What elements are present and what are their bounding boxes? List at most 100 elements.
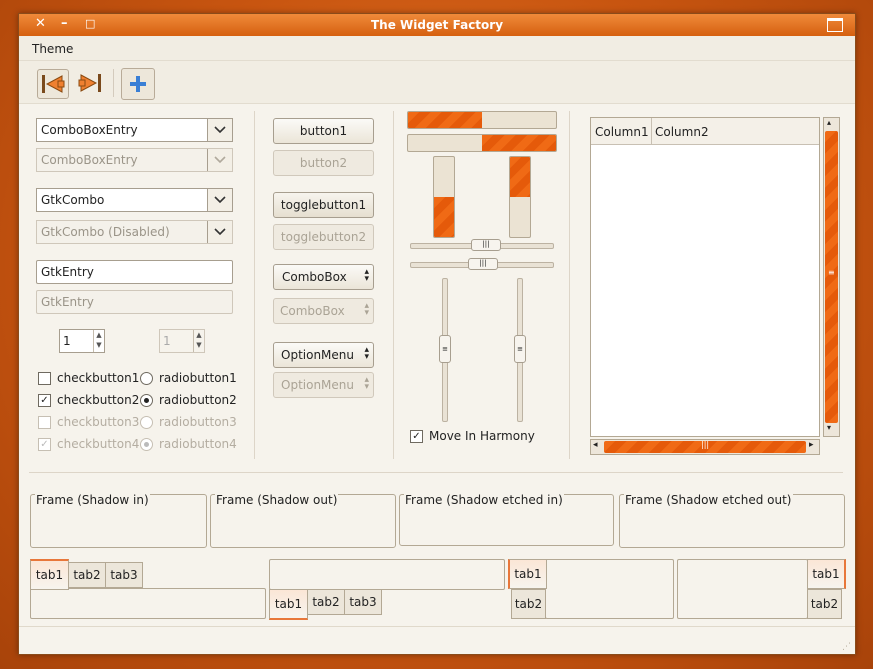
checkbutton1-box[interactable] [38,372,51,385]
menu-bar: Theme [19,36,855,61]
tree-vertical-scrollbar[interactable]: ▴ ≡ ▾ [823,117,840,437]
frame-shadow-etched-out-title: Frame (Shadow etched out) [624,493,793,507]
progress-fill [408,112,482,128]
notebook-left-tab2[interactable]: tab2 [511,589,546,619]
chevron-down-icon [207,149,232,171]
gtkcombo-disabled-text: GtkCombo (Disabled) [41,225,170,239]
resize-grip-icon[interactable]: ⋰ [842,642,851,652]
button1[interactable]: button1 [273,118,374,144]
comboboxentry-disabled: ComboBoxEntry [36,148,233,172]
updown-arrows-icon: ▴ ▾ [364,301,369,318]
notebook-top-tab2[interactable]: tab2 [68,562,106,588]
goto-last-button[interactable] [75,69,105,97]
notebook-left-page [545,559,674,619]
scroll-thumb[interactable] [825,131,838,423]
hscale-1-grip-icon[interactable]: ||| [471,239,501,251]
combobox-disabled-label: ComboBox [280,304,345,318]
column2-header[interactable]: Column2 [652,118,819,145]
move-in-harmony-checkbox[interactable]: ✓ [410,430,423,443]
radiobutton2-circle[interactable] [140,394,153,407]
radiobutton1-circle[interactable] [140,372,153,385]
notebook-top-tab1[interactable]: tab1 [30,559,69,590]
progress-bar-vertical-2 [509,156,531,238]
togglebutton1[interactable]: togglebutton1 [273,192,374,218]
combobox-label: ComboBox [282,270,347,284]
column-separator [569,111,570,459]
scroll-up-icon[interactable]: ▴ [827,118,831,127]
goto-first-button[interactable] [37,69,69,99]
progress-fill [510,157,530,197]
notebook-right-tab2[interactable]: tab2 [807,589,842,619]
column1-header[interactable]: Column1 [591,118,652,145]
spin-arrows-icon[interactable]: ▲ ▼ [93,330,104,352]
radiobutton4-label: radiobutton4 [159,437,237,451]
menu-theme[interactable]: Theme [32,42,73,56]
notebook-bottom-tab1[interactable]: tab1 [269,589,308,620]
gtkcombo[interactable]: GtkCombo [36,188,233,212]
column-separator [393,111,394,459]
notebook-bottom-tab2[interactable]: tab2 [307,589,345,615]
notebook-bottom-tab3[interactable]: tab3 [344,589,382,615]
add-button[interactable] [121,68,155,100]
checkbutton2-label[interactable]: checkbutton2 [57,393,139,407]
scroll-grip-icon: ≡ [828,268,835,277]
checkbutton4-label: checkbutton4 [57,437,140,451]
radiobutton2-label[interactable]: radiobutton2 [159,393,237,407]
window-menu-icon[interactable] [827,18,843,32]
spin-button[interactable]: 1 ▲ ▼ [59,329,105,353]
checkbutton3-box [38,416,51,429]
chevron-down-icon[interactable] [207,119,232,141]
notebook-left-tab1[interactable]: tab1 [508,559,547,589]
goto-first-icon [42,75,65,93]
plus-icon [130,76,146,92]
scroll-left-icon[interactable]: ◂ [593,440,598,450]
combobox-button[interactable]: ComboBox ▴ ▾ [273,264,374,290]
move-in-harmony-label[interactable]: Move In Harmony [429,429,535,443]
column1-label: Column1 [595,125,649,139]
gtkentry-disabled-text: GtkEntry [41,295,94,309]
spin-value: 1 [63,334,71,348]
radiobutton3-circle [140,416,153,429]
vscale-2-grip-icon[interactable]: ≡ [514,335,526,363]
comboboxentry[interactable]: ComboBoxEntry [36,118,233,142]
optionmenu-button[interactable]: OptionMenu ▴ ▾ [273,342,374,368]
progress-fill [482,135,556,151]
frame-shadow-etched-in-title: Frame (Shadow etched in) [404,493,564,507]
toolbar [19,61,855,104]
tree-view[interactable]: Column1 Column2 [590,117,820,437]
notebook-top-page [30,588,266,619]
chevron-down-icon[interactable] [207,189,232,211]
vscale-1-grip-icon[interactable]: ≡ [439,335,451,363]
goto-last-icon [78,74,101,92]
scroll-right-icon[interactable]: ▸ [809,440,814,450]
title-bar: ✕ – □ The Widget Factory [19,14,855,36]
checkbutton1-label[interactable]: checkbutton1 [57,371,139,385]
checkbutton4-box: ✓ [38,438,51,451]
spin-arrows-icon: ▲ ▼ [193,330,204,352]
frame-shadow-etched-out: Frame (Shadow etched out) [619,493,845,548]
checkbutton2-box[interactable]: ✓ [38,394,51,407]
frame-shadow-out-title: Frame (Shadow out) [215,493,339,507]
main-window: ✕ – □ The Widget Factory Theme ComboBoxE… [18,13,856,655]
progress-fill [434,197,454,237]
notebook-right-tab1[interactable]: tab1 [807,559,846,589]
optionmenu-label: OptionMenu [281,348,354,362]
spin-button-disabled: 1 ▲ ▼ [159,329,205,353]
comboboxentry-text: ComboBoxEntry [41,123,138,137]
notebook-bottom-page [269,559,505,590]
scroll-down-icon[interactable]: ▾ [827,423,831,432]
status-bar: ⋰ [19,626,855,654]
notebook-top-tab3[interactable]: tab3 [105,562,143,588]
section-separator [29,472,843,473]
comboboxentry-disabled-text: ComboBoxEntry [41,153,138,167]
hscale-2-grip-icon[interactable]: ||| [468,258,498,270]
checkbutton3-label: checkbutton3 [57,415,140,429]
updown-arrows-icon: ▴ ▾ [364,267,369,284]
radiobutton1-label[interactable]: radiobutton1 [159,371,237,385]
scroll-grip-icon: ||| [701,440,710,449]
gtkentry[interactable]: GtkEntry [36,260,233,284]
updown-arrows-icon: ▴ ▾ [364,375,369,392]
gtkentry-disabled: GtkEntry [36,290,233,314]
tree-horizontal-scrollbar[interactable]: ◂ ||| ▸ [590,439,820,455]
togglebutton2: togglebutton2 [273,224,374,250]
